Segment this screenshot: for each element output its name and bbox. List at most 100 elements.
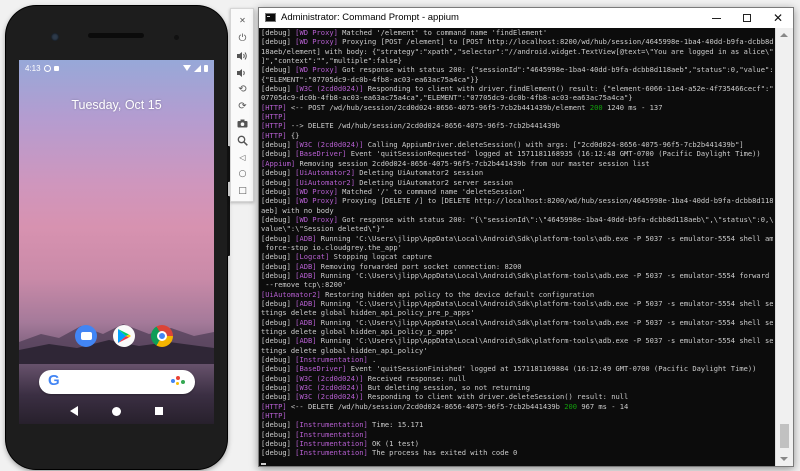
proximity-sensor bbox=[174, 35, 179, 40]
console-segment: Got response with status 200: {"sessionI… bbox=[337, 65, 773, 75]
console-line: [HTTP] bbox=[261, 411, 773, 420]
console-prompt-line bbox=[261, 458, 773, 466]
console-segment: Running 'C:\Users\jlipp\AppData\Local\An… bbox=[316, 233, 773, 243]
console-segment: [W3C (2cd0d024)] bbox=[295, 140, 364, 150]
console-output[interactable]: [debug] [WD Proxy] Matched '/element' to… bbox=[261, 28, 773, 466]
scrollbar-thumb[interactable] bbox=[780, 424, 789, 448]
console-segment: Matched '/element' to command name 'find… bbox=[337, 28, 548, 37]
console-line: [debug] [ADB] Running 'C:\Users\jlipp\Ap… bbox=[261, 299, 773, 308]
console-segment: [debug] bbox=[261, 392, 296, 402]
phone-home-screen[interactable]: 4:13 Tuesday, Oct 15 G bbox=[19, 60, 214, 424]
scroll-down-arrow-icon[interactable] bbox=[780, 457, 788, 461]
power-icon[interactable]: ⏻ bbox=[236, 32, 249, 45]
chrome-app-icon[interactable] bbox=[151, 325, 173, 347]
console-segment: ttings delete global hidden_api_policy_p… bbox=[261, 327, 458, 336]
console-segment: ttings delete global hidden_api_policy_p… bbox=[261, 308, 475, 318]
navigation-bar bbox=[19, 398, 214, 424]
recents-nav-icon[interactable] bbox=[155, 407, 163, 415]
console-line: [debug] [W3C (2cd0d024)] Responding to c… bbox=[261, 84, 773, 93]
screenshot-icon[interactable] bbox=[236, 117, 249, 130]
console-segment: [Instrumentation] bbox=[295, 448, 368, 458]
console-line: [debug] [W3C (2cd0d024)] But deleting se… bbox=[261, 383, 773, 392]
console-line: [HTTP] <-- DELETE /wd/hub/session/2cd0d0… bbox=[261, 402, 773, 411]
console-line: --remove tcp\:8200' bbox=[261, 280, 773, 289]
console-line: [debug] [Instrumentation] OK (1 test) bbox=[261, 439, 773, 448]
console-segment: [debug] bbox=[261, 373, 296, 383]
console-line: force-stop io.cloudgrey.the_app' bbox=[261, 243, 773, 252]
console-segment: [debug] bbox=[261, 298, 296, 308]
rotate-left-icon[interactable]: ⟲ bbox=[236, 83, 249, 96]
zoom-icon[interactable] bbox=[236, 134, 249, 147]
console-line: [debug] [ADB] Running 'C:\Users\jlipp\Ap… bbox=[261, 336, 773, 345]
console-segment: [debug] bbox=[261, 429, 296, 439]
scroll-up-arrow-icon[interactable] bbox=[780, 33, 788, 37]
window-titlebar[interactable]: Administrator: Command Prompt - appium ✕ bbox=[259, 8, 793, 28]
console-segment: Responding to client with driver.deleteS… bbox=[363, 392, 629, 402]
vertical-scrollbar[interactable] bbox=[775, 28, 793, 466]
volume-up-icon[interactable] bbox=[236, 49, 249, 62]
console-line: [debug] [W3C (2cd0d024)] Received respon… bbox=[261, 374, 773, 383]
console-segment: 07705dc9-dc0b-4fb8-ac03-ea63ac75a4ca","E… bbox=[261, 93, 633, 103]
android-emulator-phone: 4:13 Tuesday, Oct 15 G bbox=[6, 6, 230, 469]
console-segment: [WD Proxy] bbox=[295, 186, 338, 196]
console-segment: {"ELEMENT":"07705dc9-dc0b-4fb8-ac03-ea63… bbox=[261, 74, 479, 84]
console-segment: 967 ms - 14 bbox=[577, 401, 629, 411]
console-segment: [UiAutomator2] bbox=[261, 289, 321, 299]
console-segment: Running 'C:\Users\jlipp\AppData\Local\An… bbox=[316, 336, 773, 346]
console-segment: [ADB] bbox=[295, 270, 317, 280]
console-segment: force-stop io.cloudgrey.the_app' bbox=[261, 242, 402, 252]
home-date-widget[interactable]: Tuesday, Oct 15 bbox=[19, 98, 214, 112]
console-segment: OK (1 test) bbox=[367, 439, 420, 449]
console-segment: Time: 15.171 bbox=[367, 420, 424, 430]
console-segment: [W3C (2cd0d024)] bbox=[295, 383, 364, 393]
console-segment: [debug] bbox=[261, 84, 296, 94]
console-segment: [Instrumentation] bbox=[295, 439, 368, 449]
volume-down-icon[interactable] bbox=[236, 66, 249, 79]
home-nav-icon[interactable] bbox=[112, 406, 121, 416]
assistant-mic-icon[interactable] bbox=[171, 376, 185, 388]
console-segment: [Instrumentation] bbox=[295, 429, 368, 439]
back-icon[interactable]: ◁ bbox=[236, 151, 249, 164]
console-segment: Deleting UiAutomator2 server session bbox=[354, 177, 513, 187]
console-line: [debug] [Instrumentation] Time: 15.171 bbox=[261, 420, 773, 429]
console-line: [debug] [ADB] Running 'C:\Users\jlipp\Ap… bbox=[261, 234, 773, 243]
console-line: [debug] [WD Proxy] Got response with sta… bbox=[261, 215, 773, 224]
console-segment: ttings delete global hidden_api_policy' bbox=[261, 345, 428, 355]
maximize-button[interactable] bbox=[732, 8, 762, 28]
messages-app-icon[interactable] bbox=[75, 325, 97, 347]
command-prompt-window[interactable]: Administrator: Command Prompt - appium ✕… bbox=[258, 7, 794, 467]
console-line: [Appium] Removing session 2cd0d024-8656-… bbox=[261, 159, 773, 168]
console-segment: [HTTP] bbox=[261, 102, 287, 112]
minimize-button[interactable] bbox=[701, 8, 731, 28]
text-cursor bbox=[261, 462, 266, 465]
rotate-right-icon[interactable]: ⟳ bbox=[236, 100, 249, 113]
close-button[interactable]: ✕ bbox=[763, 8, 793, 28]
earpiece-speaker bbox=[88, 33, 144, 38]
console-segment: [ADB] bbox=[295, 336, 317, 346]
cmd-window-icon[interactable] bbox=[265, 13, 276, 22]
console-segment: [Appium] bbox=[261, 158, 296, 168]
console-line: ttings delete global hidden_api_policy' bbox=[261, 346, 773, 355]
console-segment: [Instrumentation] bbox=[295, 355, 368, 365]
console-line: [debug] [ADB] Running 'C:\Users\jlipp\Ap… bbox=[261, 318, 773, 327]
console-segment: [WD Proxy] bbox=[295, 37, 338, 47]
console-segment: [debug] bbox=[261, 140, 296, 150]
console-segment: But deleting session, so not returning bbox=[363, 383, 531, 393]
console-segment: [debug] bbox=[261, 439, 296, 449]
console-segment: [debug] bbox=[261, 196, 296, 206]
console-segment: Removing session 2cd0d024-8656-4075-96f5… bbox=[295, 158, 650, 168]
home-icon[interactable]: ○ bbox=[236, 168, 249, 181]
back-nav-icon[interactable] bbox=[70, 406, 78, 416]
console-segment: [debug] bbox=[261, 149, 296, 159]
play-store-app-icon[interactable] bbox=[113, 325, 135, 347]
console-segment: [ADB] bbox=[295, 298, 317, 308]
console-segment: value\":\"Session deleted\"}" bbox=[261, 224, 385, 234]
console-line: [HTTP] bbox=[261, 112, 773, 121]
overview-icon[interactable]: □ bbox=[236, 185, 249, 198]
console-line: [debug] [BaseDriver] Event 'quitSessionF… bbox=[261, 364, 773, 373]
console-segment: [debug] bbox=[261, 28, 296, 37]
console-segment: [WD Proxy] bbox=[295, 28, 338, 37]
google-search-bar[interactable]: G bbox=[39, 370, 195, 394]
close-emulator-icon[interactable]: ✕ bbox=[236, 14, 249, 27]
console-segment: [debug] bbox=[261, 355, 296, 365]
